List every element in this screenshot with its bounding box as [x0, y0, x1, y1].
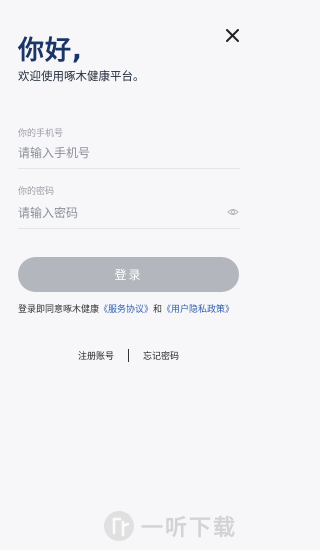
- forgot-password-link[interactable]: 忘记密码: [143, 349, 179, 362]
- service-agreement-link[interactable]: 《服务协议》: [99, 305, 153, 315]
- privacy-policy-link[interactable]: 《用户隐私政策》: [162, 305, 234, 315]
- welcome-subtitle: 欢迎使用啄木健康平台。: [18, 69, 145, 83]
- watermark-logo-icon: [104, 511, 134, 541]
- links-separator: [128, 348, 129, 362]
- password-divider: [18, 228, 240, 229]
- agreement-prefix: 登录即同意啄木健康: [18, 305, 100, 315]
- status-bar: [0, 0, 257, 22]
- register-link[interactable]: 注册账号: [78, 349, 114, 362]
- watermark-text: 一听下载: [141, 516, 238, 541]
- phone-label: 你的手机号: [18, 129, 64, 139]
- watermark: 一听下载: [103, 508, 253, 544]
- phone-input[interactable]: [18, 141, 240, 165]
- agreement-and: 和: [153, 305, 163, 315]
- page-title: 你好,: [18, 36, 83, 66]
- password-input[interactable]: [18, 201, 218, 225]
- phone-divider: [18, 168, 240, 169]
- login-button[interactable]: 登录: [18, 257, 239, 292]
- close-button[interactable]: [221, 24, 243, 46]
- close-icon: [225, 28, 239, 42]
- password-label: 你的密码: [18, 187, 55, 197]
- account-links: 注册账号 忘记密码: [0, 347, 257, 363]
- eye-icon[interactable]: [227, 207, 239, 217]
- agreement-text: 登录即同意啄木健康《服务协议》和《用户隐私政策》: [18, 303, 240, 317]
